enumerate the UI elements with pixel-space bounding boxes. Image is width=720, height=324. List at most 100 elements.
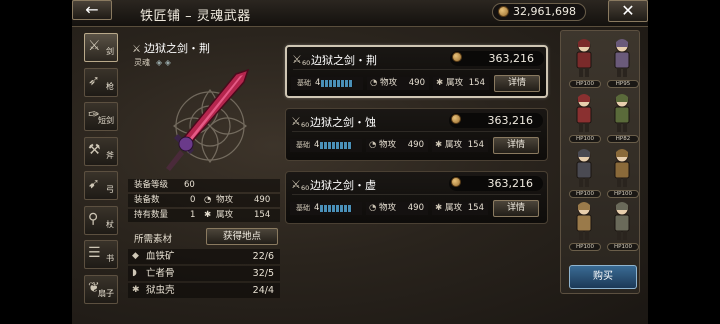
header-bar: ← 铁匠铺 – 灵魂武器 32,961,698 ✕ <box>72 0 648 27</box>
staff-icon: ⚲ <box>88 210 99 227</box>
card-divider <box>292 194 541 195</box>
phys-atk-label: 物攻 <box>216 195 234 205</box>
character-hp: HP100 <box>607 190 639 198</box>
character-slot[interactable]: HP100 <box>564 38 604 91</box>
character-slot[interactable]: HP100 <box>602 148 642 201</box>
material-row: ✱ 狱虫壳 24/4 <box>128 283 280 298</box>
equipped-label: 装备数 <box>134 195 160 205</box>
equip-level-value: 60 <box>184 180 195 190</box>
character-sprite-icon <box>614 149 630 187</box>
phys-atk-icon: ◔ <box>369 140 377 150</box>
tab-label: 斧 <box>106 150 114 160</box>
tab-bow[interactable]: ➹ 弓 <box>84 171 118 200</box>
weapon-name: ⚔ 边狱之剑・荆 <box>132 40 210 56</box>
slot-indicator: 基础 4 <box>290 202 362 215</box>
tab-axe[interactable]: ⚒ 斧 <box>84 136 118 166</box>
coin-icon <box>498 6 509 17</box>
bone-icon: ◗ <box>132 268 137 278</box>
phys-atk-label: 物攻 <box>379 203 397 213</box>
elem-atk-icon: ✱ <box>204 210 212 220</box>
slot-label: 基础 <box>297 79 311 87</box>
details-button[interactable]: 详情 <box>493 200 539 217</box>
phys-stat: ◔ 物攻 490 <box>366 202 428 215</box>
sword-type-icon: ⚔ <box>292 53 302 66</box>
material-name: 狱虫壳 <box>146 285 175 296</box>
tab-label: 短剑 <box>98 116 114 125</box>
card-price: 363,216 <box>449 176 543 191</box>
slot-label: 基础 <box>296 141 310 149</box>
elem-atk-label: 属攻 <box>216 210 234 220</box>
phys-atk-value: 490 <box>407 140 424 150</box>
tab-sword[interactable]: ⚔ 剑 <box>84 33 118 62</box>
coin-icon <box>451 177 461 187</box>
soul-sword-icon <box>166 68 250 171</box>
sword-icon: ⚔ <box>88 38 101 54</box>
slot-number: 4 <box>314 140 320 150</box>
tab-label: 书 <box>106 254 114 263</box>
materials-label: 所需素材 <box>134 234 173 245</box>
elem-atk-label: 属攻 <box>446 78 464 88</box>
tab-label: 枪 <box>106 81 114 91</box>
details-button[interactable]: 详情 <box>494 75 540 92</box>
elem-stat: ✱ 属攻 154 <box>433 77 489 90</box>
character-hp: HP100 <box>569 80 601 88</box>
material-row: ◗ 亡者骨 32/5 <box>128 266 280 281</box>
material-name: 血铁矿 <box>146 251 175 262</box>
tab-book[interactable]: ☰ 书 <box>84 240 118 269</box>
card-price-value: 363,216 <box>487 177 534 190</box>
buy-button[interactable]: 购买 <box>569 265 637 289</box>
phys-stat: ◔ 物攻 490 <box>366 139 428 152</box>
elem-stat: ✱ 属攻 154 <box>432 202 488 215</box>
character-slot[interactable]: HP100 <box>564 93 604 146</box>
tab-label: 剑 <box>106 47 114 56</box>
card-price: 363,216 <box>450 51 544 66</box>
currency-amount: 32,961,698 <box>513 5 576 18</box>
character-slot[interactable]: HP100 <box>564 148 604 201</box>
phys-atk-value: 490 <box>408 78 425 88</box>
close-button[interactable]: ✕ <box>608 0 648 22</box>
elem-atk-value: 154 <box>467 140 484 150</box>
character-slot[interactable]: HP95 <box>602 38 642 91</box>
slot-indicator: 基础 4 <box>291 77 363 90</box>
axe-icon: ⚒ <box>88 141 101 158</box>
owned-value: 1 <box>190 210 196 220</box>
details-button[interactable]: 详情 <box>493 137 539 154</box>
character-slot[interactable]: HP100 <box>602 201 642 254</box>
character-slot[interactable]: HP82 <box>602 93 642 146</box>
material-count: 32/5 <box>252 268 274 279</box>
phys-stat: ◔ 物攻 490 <box>367 77 429 90</box>
tab-fan[interactable]: ❦ 扇子 <box>84 274 118 304</box>
character-sprite-icon <box>576 94 592 132</box>
materials-header: 所需素材 获得地点 <box>128 228 280 245</box>
weapon-card[interactable]: ⚔ 60 边狱之剑・蚀 363,216 基础 4 ◔ 物攻 490 ✱ 属攻 1… <box>285 108 548 161</box>
phys-atk-value: 490 <box>407 203 424 213</box>
character-sprite-icon <box>576 202 592 240</box>
close-icon: ✕ <box>621 1 635 20</box>
weapon-card[interactable]: ⚔ 60 边狱之剑・虚 363,216 基础 4 ◔ 物攻 490 ✱ 属攻 1… <box>285 171 548 224</box>
back-button[interactable]: ← <box>72 0 112 20</box>
tab-spear[interactable]: ➶ 枪 <box>84 67 118 97</box>
phys-atk-icon: ◔ <box>370 78 378 88</box>
phys-atk-value: 490 <box>254 195 271 205</box>
card-name: 边狱之剑・蚀 <box>310 116 376 129</box>
tab-dagger[interactable]: ✑ 短剑 <box>84 102 118 131</box>
shell-icon: ✱ <box>132 285 140 295</box>
slot-label: 基础 <box>296 204 310 212</box>
phys-atk-icon: ◔ <box>369 203 377 213</box>
source-location-button[interactable]: 获得地点 <box>206 228 278 245</box>
coin-icon <box>452 52 462 62</box>
phys-atk-label: 物攻 <box>380 78 398 88</box>
character-hp: HP100 <box>569 243 601 251</box>
elem-atk-label: 属攻 <box>445 140 463 150</box>
owned-row: 持有数量 1 ✱ 属攻 154 <box>128 209 280 222</box>
weapon-card[interactable]: ⚔ 60 边狱之剑・荆 363,216 基础 4 ◔ 物攻 490 ✱ 属攻 1… <box>285 45 548 98</box>
slot-indicator: 基础 4 <box>290 139 362 152</box>
tab-staff[interactable]: ⚲ 杖 <box>84 205 118 235</box>
character-slot[interactable]: HP100 <box>564 201 604 254</box>
material-count: 24/4 <box>252 285 274 296</box>
character-hp: HP100 <box>569 135 601 143</box>
slot-bar <box>320 205 352 212</box>
page-title: 铁匠铺 – 灵魂武器 <box>140 9 251 24</box>
card-price-value: 363,216 <box>487 114 534 127</box>
elem-atk-value: 154 <box>467 203 484 213</box>
